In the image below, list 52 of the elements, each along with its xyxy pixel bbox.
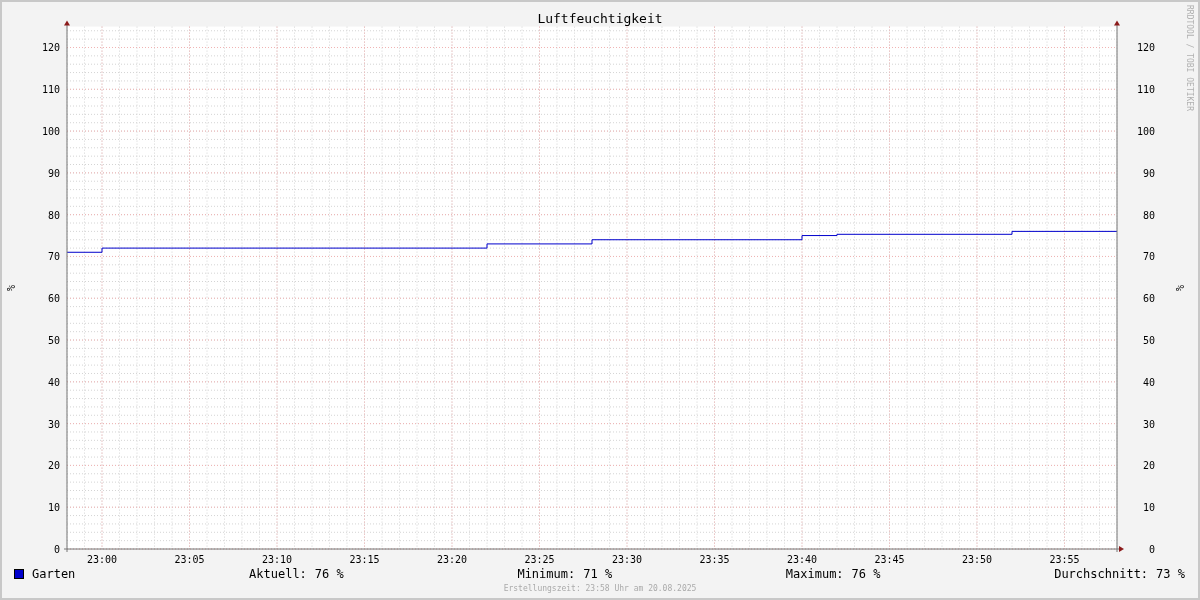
y-tick-label: 30 [47, 418, 60, 430]
x-tick-label: 23:25 [524, 554, 555, 564]
x-tick-label: 23:55 [1049, 554, 1080, 564]
y-tick-label: 60 [47, 293, 60, 305]
right-tick-label: 30 [1142, 418, 1155, 430]
x-tick-label: 23:30 [611, 554, 643, 564]
x-tick-label: 23:40 [786, 554, 818, 564]
x-tick-label: 23:05 [174, 554, 205, 564]
right-tick-label: 60 [1142, 293, 1155, 305]
stat-label: Aktuell: [249, 567, 307, 581]
right-axis-label: % [1174, 285, 1185, 292]
stat-label: Maximum: [785, 567, 844, 581]
right-tick-label: 110 [1136, 84, 1155, 96]
x-tick-label: 23:10 [261, 554, 293, 564]
y-tick-label: 40 [47, 376, 60, 388]
y-tick-label: 70 [47, 251, 60, 263]
stat-value: 71 % [583, 567, 613, 581]
y-tick-label: 50 [47, 335, 60, 347]
right-tick-label: 0 [1148, 544, 1155, 555]
right-tick-label: 100 [1136, 126, 1155, 138]
stat-label: Durchschnitt: [1054, 567, 1149, 581]
y-tick-label: 10 [47, 502, 60, 514]
creation-time: Erstellungszeit: 23:58 Uhr am 20.08.2025 [503, 584, 697, 593]
y-tick-label: 100 [41, 126, 60, 138]
right-tick-label: 10 [1142, 502, 1155, 514]
y-tick-label: 0 [53, 544, 60, 555]
stat-label: Minimum: [517, 567, 576, 581]
y-tick-label: 90 [47, 167, 60, 179]
y-tick-label: 120 [41, 42, 60, 54]
stat-value: 76 % [851, 567, 881, 581]
y-tick-label: 80 [47, 209, 60, 221]
y-axis-label: % [5, 285, 16, 292]
chart-title: Luftfeuchtigkeit [537, 11, 663, 26]
x-tick-label: 23:50 [961, 554, 993, 564]
y-tick-label: 110 [41, 84, 60, 96]
x-tick-label: 23:45 [874, 554, 905, 564]
right-tick-label: 90 [1142, 167, 1155, 179]
right-tick-label: 120 [1136, 42, 1155, 54]
side-note: RRDTOOL / TOBI OETIKER [1185, 5, 1194, 111]
y-tick-label: 20 [47, 460, 60, 472]
right-tick-label: 50 [1142, 335, 1155, 347]
stat-value: 73 % [1156, 567, 1185, 581]
x-tick-label: 23:00 [86, 554, 118, 564]
x-tick-label: 23:35 [699, 554, 730, 564]
stat-value: 76 % [314, 567, 344, 581]
right-tick-label: 20 [1142, 460, 1155, 472]
right-tick-label: 80 [1142, 209, 1155, 221]
legend-label: Garten [32, 567, 76, 581]
x-tick-label: 23:20 [436, 554, 468, 564]
right-tick-label: 40 [1142, 376, 1155, 388]
x-tick-label: 23:15 [349, 554, 380, 564]
right-tick-label: 70 [1142, 251, 1155, 263]
